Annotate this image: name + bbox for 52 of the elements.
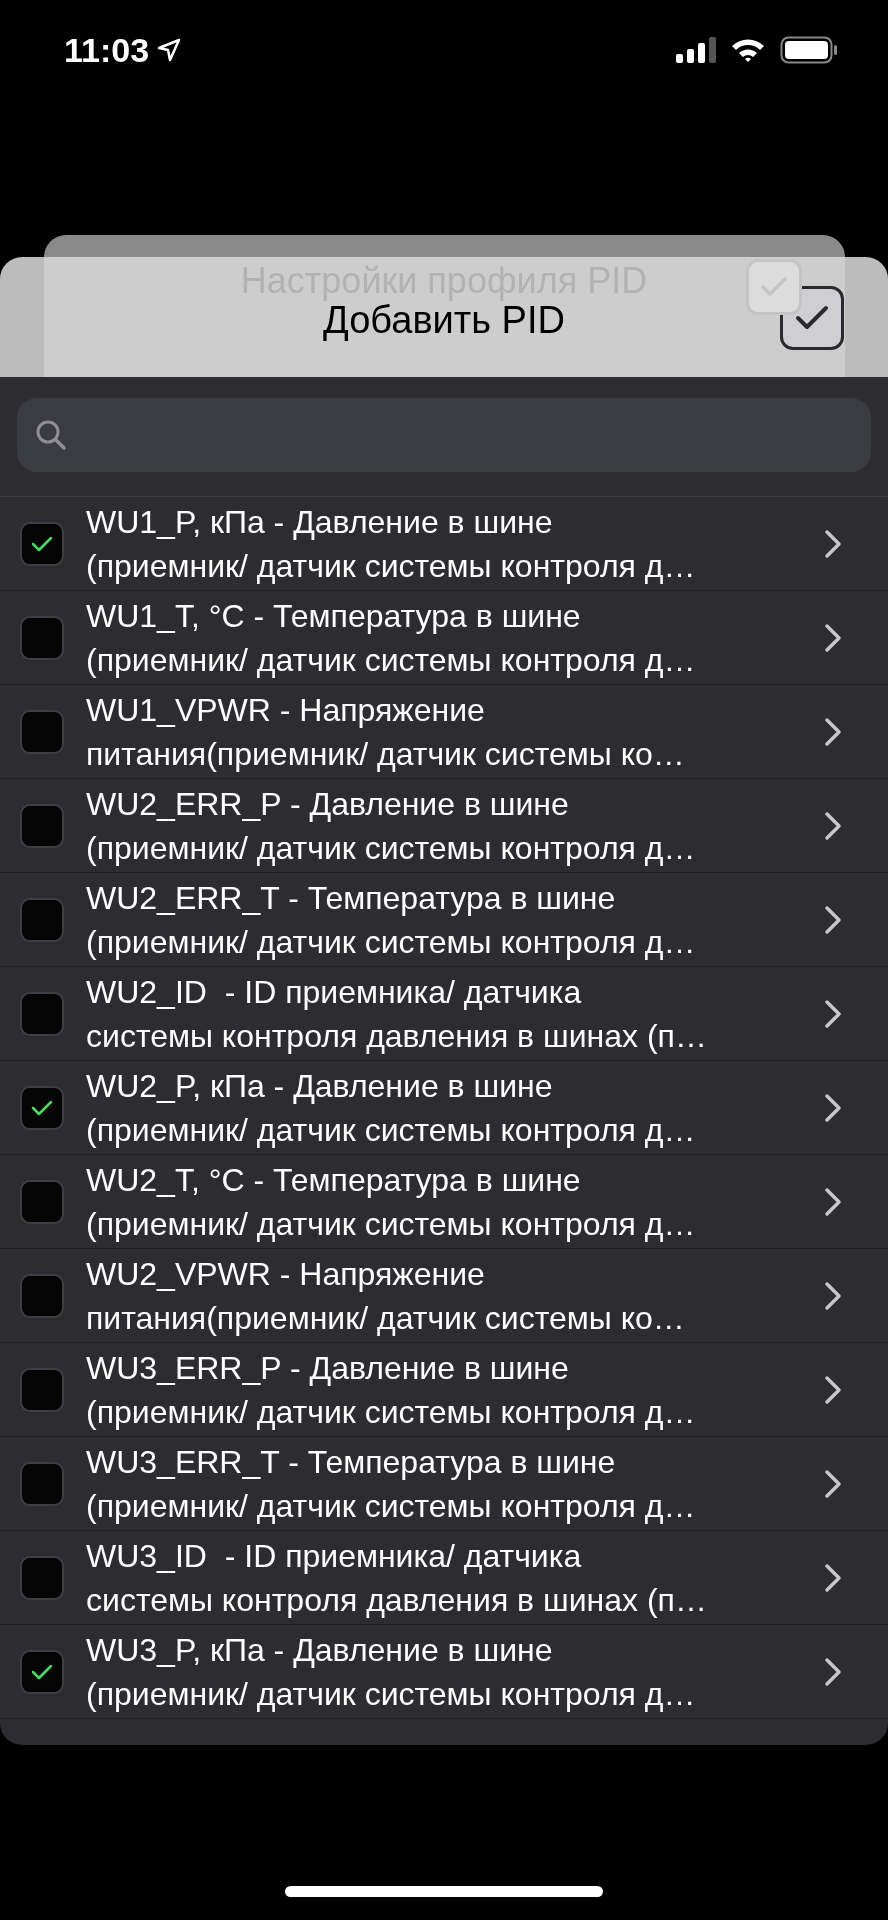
chevron-right-icon[interactable]	[822, 1186, 844, 1217]
wifi-icon	[730, 37, 766, 63]
pid-label[interactable]: WU3_ID - ID приемника/ датчика системы контроля давления в шинах (п…	[86, 1533, 822, 1622]
chevron-right-icon[interactable]	[822, 1562, 844, 1593]
pid-label[interactable]: WU3_ERR_P - Давление в шине (приемник/ датчик системы контроля д…	[86, 1345, 822, 1434]
checkbox[interactable]	[20, 1649, 64, 1694]
status-time: 11:03	[64, 30, 150, 70]
checkbox[interactable]	[20, 1179, 64, 1224]
chevron-right-icon[interactable]	[822, 1280, 844, 1311]
pid-label[interactable]: WU2_VPWR - Напряжение питания(приемник/ датчик системы ко…	[86, 1251, 822, 1340]
search-icon	[35, 419, 67, 451]
checkmark-icon	[795, 305, 829, 331]
checkbox[interactable]	[20, 803, 64, 848]
pid-label[interactable]: WU3_P, кПа - Давление в шине (приемник/ датчик системы контроля д…	[86, 1627, 822, 1716]
pid-label[interactable]: WU3_ERR_T - Температура в шине (приемник/ датчик системы контроля д…	[86, 1439, 822, 1528]
pid-label[interactable]: WU2_P, кПа - Давление в шине (приемник/ датчик системы контроля д…	[86, 1063, 822, 1152]
pid-label[interactable]: WU1_P, кПа - Давление в шине (приемник/ датчик системы контроля д…	[86, 499, 822, 588]
checkbox[interactable]	[20, 521, 64, 566]
sheet-title: Добавить PID	[323, 301, 565, 339]
checkbox[interactable]	[20, 1273, 64, 1318]
chevron-right-icon[interactable]	[822, 528, 844, 559]
checkmark-icon	[31, 1663, 53, 1680]
battery-icon	[780, 36, 838, 64]
checkmark-icon	[760, 276, 788, 298]
search-field[interactable]	[17, 398, 871, 472]
checkbox[interactable]	[20, 1555, 64, 1600]
pid-label[interactable]: WU1_VPWR - Напряжение питания(приемник/ датчик системы ко…	[86, 687, 822, 776]
chevron-right-icon[interactable]	[822, 904, 844, 935]
checkbox[interactable]	[20, 991, 64, 1036]
checkbox[interactable]	[20, 1367, 64, 1412]
checkmark-icon	[31, 1099, 53, 1116]
checkbox[interactable]	[20, 615, 64, 660]
chevron-right-icon[interactable]	[822, 1374, 844, 1405]
checkbox[interactable]	[20, 709, 64, 754]
chevron-right-icon[interactable]	[822, 622, 844, 653]
pid-label[interactable]: WU2_ERR_P - Давление в шине (приемник/ датчик системы контроля д…	[86, 781, 822, 870]
chevron-right-icon[interactable]	[822, 716, 844, 747]
chevron-right-icon[interactable]	[822, 1468, 844, 1499]
pid-label[interactable]: WU2_ID - ID приемника/ датчика системы контроля давления в шинах (п…	[86, 969, 822, 1058]
location-arrow-icon	[157, 38, 182, 62]
pid-label[interactable]: WU2_ERR_T - Температура в шине (приемник/ датчик системы контроля д…	[86, 875, 822, 964]
pid-label[interactable]: WU1_T, °C - Температура в шине (приемник/ датчик системы контроля д…	[86, 593, 822, 682]
chevron-right-icon[interactable]	[822, 998, 844, 1029]
checkbox[interactable]	[20, 1085, 64, 1130]
checkbox[interactable]	[20, 897, 64, 942]
pid-label[interactable]: WU2_T, °C - Температура в шине (приемник/ датчик системы контроля д…	[86, 1157, 822, 1246]
checkbox[interactable]	[20, 1461, 64, 1506]
chevron-right-icon[interactable]	[822, 1656, 844, 1687]
checkmark-icon	[31, 535, 53, 552]
chevron-right-icon[interactable]	[822, 1092, 844, 1123]
chevron-right-icon[interactable]	[822, 810, 844, 841]
signal-icon	[676, 37, 716, 63]
